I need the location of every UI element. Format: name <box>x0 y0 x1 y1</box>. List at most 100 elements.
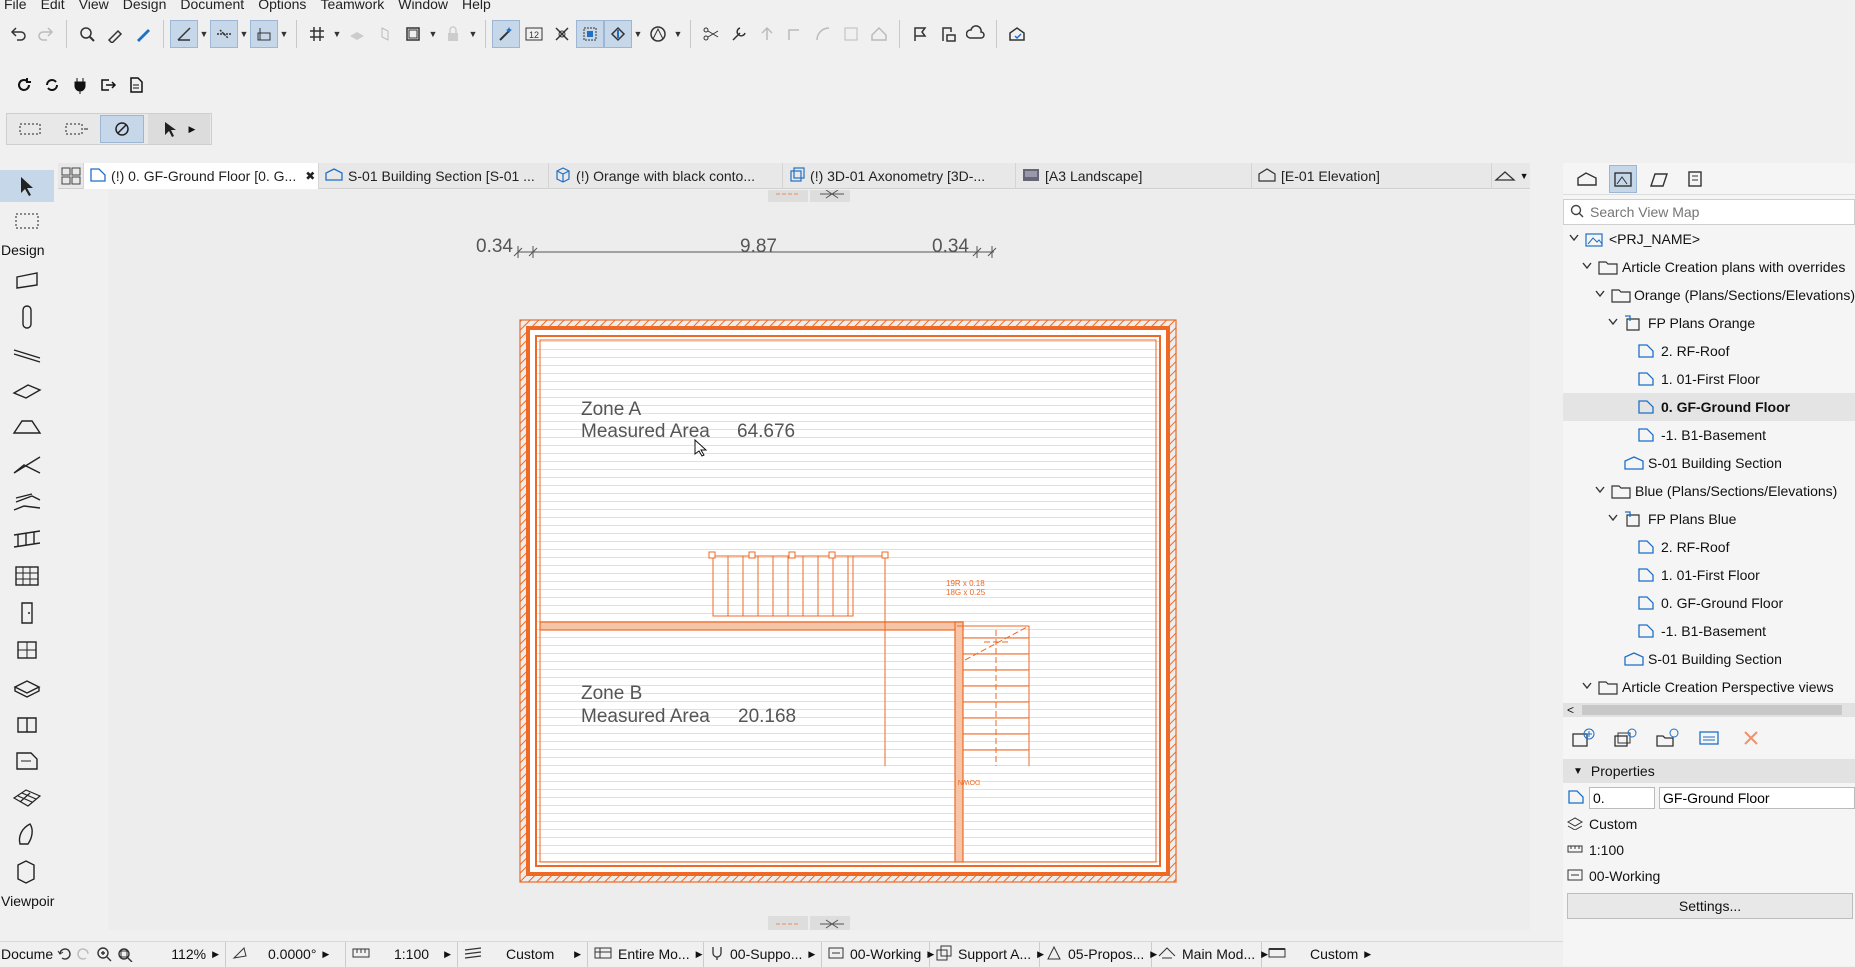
tree-item[interactable]: S-01 Building Section <box>1563 645 1855 673</box>
menu-item[interactable]: Edit <box>41 0 65 14</box>
menu-item[interactable]: Window <box>398 0 448 14</box>
floor-plan-drawing[interactable]: 0.34 9.87 0.34 19R x 0.18 18G x 0.25 DOW… <box>56 186 1560 932</box>
roof-icon[interactable] <box>865 20 893 48</box>
tab-view[interactable]: (!) Orange with black conto... <box>549 163 784 189</box>
view-map-icon[interactable] <box>1609 164 1637 193</box>
chevron-down-icon[interactable]: ▼ <box>331 20 343 48</box>
chevron-down-icon[interactable] <box>1582 261 1598 273</box>
pen-set-field[interactable]: Custom ▶ <box>458 941 588 967</box>
chevron-down-icon[interactable]: ▼ <box>672 20 684 48</box>
dimension-field[interactable]: Custom ▶ <box>1262 942 1374 967</box>
offset-icon[interactable] <box>837 20 865 48</box>
chevron-down-icon[interactable] <box>1608 513 1624 525</box>
story-name-field[interactable] <box>1659 787 1855 809</box>
morph-tool-icon[interactable] <box>0 816 54 853</box>
chevron-down-icon[interactable]: ▼ <box>278 20 290 48</box>
arrow-tool-icon[interactable] <box>0 170 54 202</box>
document-icon[interactable] <box>122 71 150 99</box>
flag-icon[interactable] <box>906 20 934 48</box>
trace-icon[interactable] <box>371 20 399 48</box>
story-number-field[interactable] <box>1589 787 1655 809</box>
layer-field[interactable]: 00-Working ▶ <box>822 941 934 967</box>
bim-cloud-icon[interactable] <box>962 20 990 48</box>
measure-icon[interactable] <box>170 20 198 48</box>
delete-icon[interactable] <box>1737 724 1765 752</box>
chevron-down-icon[interactable] <box>1569 233 1585 245</box>
chevron-down-icon[interactable] <box>1608 317 1624 329</box>
scale-field[interactable]: 1:100 ▶ <box>346 941 458 967</box>
tree-item[interactable]: Orange (Plans/Sections/Elevations) <box>1563 281 1855 309</box>
tab-view[interactable]: [A3 Landscape] <box>1016 163 1253 189</box>
tree-item[interactable]: 2. RF-Roof <box>1563 337 1855 365</box>
tree-item[interactable]: S-01 Building Section <box>1563 449 1855 477</box>
orientation-field[interactable]: 0.0000° ▶ <box>226 941 346 967</box>
tree-item[interactable]: 0. GF-Ground Floor <box>1563 589 1855 617</box>
suspend-groups-icon[interactable] <box>604 20 632 48</box>
fit-in-window-icon[interactable] <box>114 942 136 967</box>
publisher-sets-icon[interactable] <box>1681 165 1709 193</box>
slab-tool-icon[interactable] <box>0 372 54 409</box>
graphic-override-field[interactable]: 00-Suppo... ▶ <box>704 941 822 967</box>
window-tool-icon[interactable] <box>0 631 54 668</box>
menu-item[interactable]: Help <box>462 0 491 14</box>
menu-item[interactable]: Document <box>180 0 244 14</box>
send-receive-icon[interactable] <box>38 71 66 99</box>
zoom-field[interactable]: 112% ▶ <box>136 941 226 967</box>
chevron-down-icon[interactable] <box>1595 289 1611 301</box>
tab-view[interactable]: (!) 3D-01 Axonometry [3D-... <box>783 163 1017 189</box>
tab-overview-icon[interactable] <box>58 163 85 189</box>
properties-header[interactable]: ▼ Properties <box>1563 759 1855 783</box>
railing-tool-icon[interactable] <box>0 520 54 557</box>
layer-icon[interactable] <box>343 20 371 48</box>
tab-view[interactable]: [E-01 Elevation] <box>1252 163 1493 189</box>
properties-icon[interactable] <box>1695 724 1723 752</box>
beam-tool-icon[interactable] <box>0 335 54 372</box>
chevron-down-icon[interactable]: ▼ <box>427 20 439 48</box>
drag-handle-bottom[interactable] <box>768 916 850 932</box>
dimension-chain[interactable]: 0.34 9.87 0.34 <box>476 236 997 258</box>
stair-tool-icon[interactable] <box>0 483 54 520</box>
menu-item[interactable]: Design <box>123 0 167 14</box>
redo-button[interactable] <box>32 20 60 48</box>
pointer-icon[interactable]: ▶ <box>148 114 210 144</box>
floor-plan-canvas[interactable]: 0.34 9.87 0.34 19R x 0.18 18G x 0.25 DOW… <box>56 186 1560 932</box>
search-input[interactable] <box>1590 204 1830 220</box>
tree-item[interactable]: 1. 01-First Floor <box>1563 365 1855 393</box>
object-library-icon[interactable] <box>0 853 54 890</box>
renovation-filter-field[interactable]: 05-Propos... ▶ <box>1040 941 1157 967</box>
drag-handle-top[interactable] <box>768 186 850 202</box>
new-view-icon[interactable] <box>1569 724 1597 752</box>
layer-combo-row[interactable]: 00-Working <box>1563 863 1855 889</box>
zoom-undo-icon[interactable] <box>54 942 74 967</box>
skylight-tool-icon[interactable] <box>0 705 54 742</box>
column-tool-icon[interactable] <box>0 298 54 335</box>
zoom-redo-icon[interactable] <box>74 942 94 967</box>
numbering-icon[interactable]: 12 <box>520 20 548 48</box>
tree-item[interactable]: Blue (Plans/Sections/Elevations) <box>1563 477 1855 505</box>
view-set-row[interactable]: Custom <box>1563 811 1855 837</box>
layout-icon[interactable] <box>399 20 427 48</box>
tree-item[interactable]: -1. B1-Basement <box>1563 617 1855 645</box>
zoom-in-icon[interactable] <box>94 942 114 967</box>
marquee-tool-icon[interactable] <box>0 202 54 239</box>
close-icon[interactable]: ✖ <box>305 169 315 183</box>
tree-item[interactable]: FP Plans Blue <box>1563 505 1855 533</box>
intersect-icon[interactable] <box>781 20 809 48</box>
wall-tool-icon[interactable] <box>0 261 54 298</box>
tree-item[interactable]: -1. B1-Basement <box>1563 421 1855 449</box>
chevron-down-icon[interactable]: ▼ <box>632 20 644 48</box>
tree-item[interactable]: FP Plans Orange <box>1563 309 1855 337</box>
elevate-icon[interactable] <box>753 20 781 48</box>
snap-icon[interactable] <box>548 20 576 48</box>
tab-view[interactable]: (!) 0. GF-Ground Floor [0. G... ✖ <box>84 163 320 189</box>
fillet-icon[interactable] <box>809 20 837 48</box>
chevron-down-icon[interactable]: ▼ <box>238 20 250 48</box>
tree-item[interactable]: <PRJ_NAME> <box>1563 225 1855 253</box>
search-view-map[interactable] <box>1563 199 1855 225</box>
publish-icon[interactable] <box>1003 20 1031 48</box>
magic-wand-icon[interactable] <box>492 20 520 48</box>
tree-item[interactable]: Article Creation plans with overrides <box>1563 253 1855 281</box>
shell-tool-icon[interactable] <box>0 446 54 483</box>
guide-lines-icon[interactable] <box>210 20 238 48</box>
settings-button[interactable]: Settings... <box>1567 893 1853 919</box>
